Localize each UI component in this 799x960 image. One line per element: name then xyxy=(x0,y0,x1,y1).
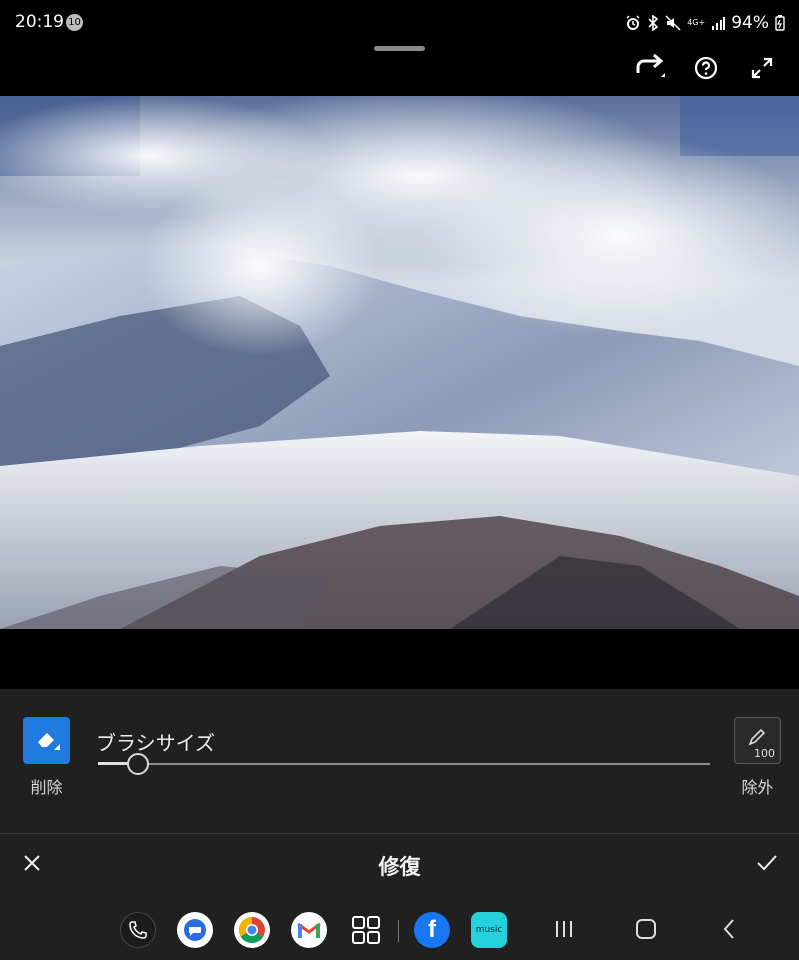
eraser-icon xyxy=(34,726,60,756)
battery-icon xyxy=(775,15,785,31)
home-button[interactable] xyxy=(633,918,659,944)
network-type-icon: 4G+ xyxy=(687,19,705,27)
app-drawer-icon[interactable] xyxy=(348,912,384,948)
mute-icon xyxy=(665,15,681,31)
edited-photo[interactable] xyxy=(0,96,799,629)
expand-icon xyxy=(751,57,773,83)
top-toolbar xyxy=(634,53,777,87)
alarm-icon xyxy=(625,15,641,31)
brush-size-slider-fill xyxy=(98,762,128,765)
exclude-button[interactable]: 100 xyxy=(734,717,781,764)
home-icon xyxy=(635,918,657,944)
exclude-label: 除外 xyxy=(741,778,774,797)
signal-icon xyxy=(711,16,726,30)
chrome-app-icon[interactable] xyxy=(234,912,270,948)
brush-size-slider-thumb[interactable] xyxy=(127,753,149,775)
help-button[interactable] xyxy=(691,55,721,85)
messages-app-icon[interactable] xyxy=(177,912,213,948)
erase-label: 削除 xyxy=(30,778,63,797)
exclude-size-value: 100 xyxy=(754,747,775,760)
battery-text: 94% xyxy=(731,13,769,33)
gmail-app-icon[interactable] xyxy=(291,912,327,948)
navigation-dock: f music xyxy=(0,912,799,952)
back-icon xyxy=(721,918,737,944)
brush-size-slider[interactable] xyxy=(98,763,710,765)
erase-button[interactable] xyxy=(23,717,70,764)
drag-handle[interactable] xyxy=(374,46,425,51)
divider xyxy=(0,833,799,834)
status-icons: 4G+ 94% xyxy=(625,12,785,34)
help-circle-icon xyxy=(694,56,718,84)
brush-size-label: ブラシサイズ xyxy=(96,731,215,755)
confirm-button[interactable] xyxy=(753,851,781,879)
redo-arrow-icon xyxy=(634,53,666,87)
facebook-app-icon[interactable]: f xyxy=(414,912,450,948)
network-type-text: 4G+ xyxy=(687,18,706,27)
recent-apps-button[interactable] xyxy=(551,918,577,944)
recent-apps-icon xyxy=(553,919,575,943)
bluetooth-icon xyxy=(647,15,659,31)
share-button[interactable] xyxy=(634,53,666,87)
check-icon xyxy=(756,854,778,876)
status-bar: 20:19 10 4G+ 94% xyxy=(0,0,799,44)
amazon-music-label: music xyxy=(475,925,503,935)
status-time: 20:19 xyxy=(15,12,64,32)
back-button[interactable] xyxy=(716,918,742,944)
page-title: 修復 xyxy=(378,855,421,879)
dock-divider xyxy=(398,920,399,942)
notification-count-badge: 10 xyxy=(66,14,83,31)
fullscreen-button[interactable] xyxy=(747,55,777,85)
amazon-music-app-icon[interactable]: music xyxy=(471,912,507,948)
phone-app-icon[interactable] xyxy=(120,912,156,948)
